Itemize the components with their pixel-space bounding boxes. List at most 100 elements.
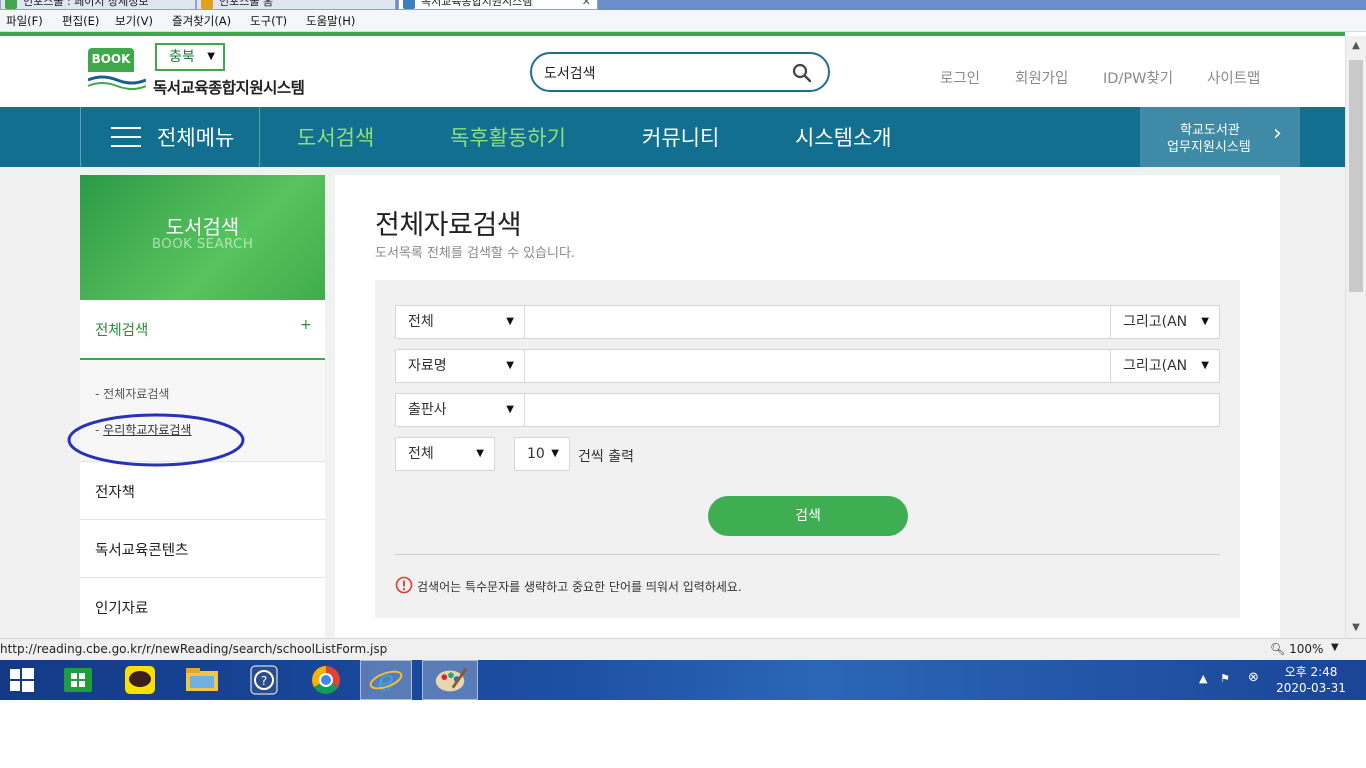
scope-select[interactable]: 전체 ▼: [395, 437, 495, 471]
login-link[interactable]: 로그인: [940, 67, 980, 88]
field-select-value: 자료명: [408, 358, 447, 374]
clock-time: 오후 2:48: [1284, 665, 1338, 679]
windows-taskbar: ? e ▲ ⚑ ⊗ 오후 2:48 2020-03-31: [0, 660, 1366, 700]
caret-down-icon: ▼: [551, 448, 559, 459]
search-notice: 검색어는 특수문자를 생략하고 중요한 단어를 띄워서 입력하세요.: [417, 580, 742, 594]
page-scrollbar[interactable]: ▲ ▼: [1345, 36, 1366, 638]
region-select[interactable]: 충북 ▼: [155, 43, 225, 71]
search-button[interactable]: 검색: [708, 496, 908, 536]
help-app-icon[interactable]: ?: [238, 660, 290, 700]
browser-statusbar: http://reading.cbe.go.kr/r/newReading/se…: [0, 638, 1366, 660]
divider: [395, 554, 1220, 555]
header-search-input[interactable]: [544, 62, 784, 84]
menu-tools[interactable]: 도구(T): [250, 13, 287, 29]
operator-select-1[interactable]: 그리고(AN ▼: [1110, 305, 1220, 339]
signup-link[interactable]: 회원가입: [1015, 67, 1068, 88]
caret-down-icon: ▼: [506, 360, 514, 371]
find-id-pw-link[interactable]: ID/PW찾기: [1103, 67, 1173, 88]
chrome-app-icon[interactable]: [300, 660, 352, 700]
side-link-line2: 업무지원시스템: [1167, 140, 1251, 155]
school-library-system-link[interactable]: 학교도서관 업무지원시스템 ›: [1140, 107, 1300, 167]
browser-tab-label: 인포스쿨 홈: [219, 0, 274, 8]
close-icon[interactable]: ✕: [582, 0, 591, 9]
browser-tab[interactable]: 인포스쿨 홈: [196, 0, 396, 10]
nav-item-reading-activity[interactable]: 독후활동하기: [450, 122, 566, 152]
scroll-up-icon[interactable]: ▲: [1346, 36, 1366, 56]
field-select-2[interactable]: 자료명 ▼: [395, 349, 525, 383]
main-nav: 전체메뉴 도서검색 독후활동하기 커뮤니티 시스템소개 학교도서관 업무지원시스…: [0, 107, 1345, 167]
nav-item-book-search[interactable]: 도서검색: [297, 122, 374, 152]
caret-down-icon: ▼: [506, 404, 514, 415]
sidebar-banner: 도서검색 BOOK SEARCH: [80, 175, 325, 300]
sidebar-item-ebook[interactable]: 전자책: [80, 461, 325, 519]
store-app-icon[interactable]: [52, 660, 104, 700]
sidebar-item-reading-contents[interactable]: 독서교육콘텐츠: [80, 519, 325, 577]
sidebar-item-popular[interactable]: 인기자료: [80, 577, 325, 635]
caret-down-icon: ▼: [476, 448, 484, 459]
plus-icon[interactable]: +: [300, 317, 312, 333]
menu-edit[interactable]: 편집(E): [62, 13, 99, 29]
page-icon: [201, 0, 213, 9]
scrollbar-thumb[interactable]: [1349, 60, 1363, 292]
advanced-search-form: 전체 ▼ 그리고(AN ▼ 자료명 ▼ 그리고(AN ▼ 출판사 ▼ 전체 ▼: [375, 280, 1240, 618]
system-clock[interactable]: 오후 2:48 2020-03-31: [1276, 664, 1346, 696]
blank-area: [0, 700, 1366, 768]
page-icon: [5, 0, 17, 9]
start-button[interactable]: [0, 660, 52, 700]
menu-view[interactable]: 보기(V): [115, 13, 153, 29]
per-page-value: 10: [527, 446, 545, 462]
caret-down-icon: ▼: [506, 316, 514, 327]
sidebar-item-label: 전체검색: [95, 323, 149, 339]
caret-down-icon: ▼: [207, 51, 215, 62]
per-page-select[interactable]: 10 ▼: [514, 437, 570, 471]
nav-item-system-intro[interactable]: 시스템소개: [795, 122, 892, 152]
operator-select-value: 그리고(AN: [1123, 358, 1188, 374]
field-select-3[interactable]: 출판사 ▼: [395, 393, 525, 427]
browser-menubar: 파일(F) 편집(E) 보기(V) 즐겨찾기(A) 도구(T) 도움말(H): [0, 10, 1366, 32]
action-center-flag-icon[interactable]: ⚑: [1220, 672, 1230, 685]
volume-muted-icon[interactable]: ⊗: [1248, 670, 1259, 685]
keyword-input-2[interactable]: [524, 349, 1111, 383]
caret-down-icon[interactable]: ▼: [1331, 642, 1339, 653]
keyword-input-3[interactable]: [524, 393, 1220, 427]
internet-explorer-app-icon[interactable]: e: [360, 660, 412, 700]
chevron-right-icon: ›: [1273, 121, 1282, 146]
zoom-value: 100%: [1289, 642, 1324, 656]
logo-wave-icon: [88, 75, 146, 90]
search-icon[interactable]: [792, 63, 812, 83]
field-select-1[interactable]: 전체 ▼: [395, 305, 525, 339]
kakaotalk-app-icon[interactable]: [114, 660, 166, 700]
submenu-item-all-materials[interactable]: - 전체자료검색: [95, 385, 169, 402]
main-content: 전체자료검색 도서목록 전체를 검색할 수 있습니다. 전체 ▼ 그리고(AN …: [335, 175, 1280, 638]
sidebar-item-all-search[interactable]: 전체검색 +: [80, 300, 325, 360]
all-menu-button[interactable]: 전체메뉴: [80, 107, 260, 167]
windows-logo-icon: [10, 668, 34, 692]
menu-help[interactable]: 도움말(H): [306, 13, 355, 29]
sitemap-link[interactable]: 사이트맵: [1207, 67, 1260, 88]
caret-down-icon: ▼: [1201, 316, 1209, 327]
keyword-input-1[interactable]: [524, 305, 1111, 339]
page-title: 전체자료검색: [375, 210, 522, 241]
all-menu-label: 전체메뉴: [157, 126, 235, 150]
book-logo[interactable]: BOOK: [88, 48, 134, 72]
keyword-input[interactable]: [525, 394, 1219, 426]
paint-app-icon[interactable]: [422, 660, 478, 700]
operator-select-2[interactable]: 그리고(AN ▼: [1110, 349, 1220, 383]
site-title[interactable]: 독서교육종합지원시스템: [153, 76, 305, 98]
keyword-input[interactable]: [525, 350, 1110, 382]
zoom-level[interactable]: 🔍︎ 100%: [1270, 642, 1323, 656]
nav-item-community[interactable]: 커뮤니티: [642, 122, 719, 152]
warning-icon: [395, 576, 413, 594]
show-hidden-icons-icon[interactable]: ▲: [1199, 672, 1207, 685]
browser-tab[interactable]: 인포스쿨 : 페이지 상세정보: [0, 0, 196, 10]
browser-tab-active[interactable]: 독서교육종합지원시스템 ✕: [398, 0, 598, 10]
menu-file[interactable]: 파일(F): [6, 13, 43, 29]
keyword-input[interactable]: [525, 306, 1110, 338]
field-select-value: 전체: [408, 314, 434, 330]
svg-text:e: e: [378, 664, 395, 697]
page-icon: [403, 0, 415, 9]
scroll-down-icon[interactable]: ▼: [1346, 618, 1366, 638]
menu-favorites[interactable]: 즐겨찾기(A): [172, 13, 231, 29]
file-explorer-icon[interactable]: [176, 660, 228, 700]
operator-select-value: 그리고(AN: [1123, 314, 1188, 330]
